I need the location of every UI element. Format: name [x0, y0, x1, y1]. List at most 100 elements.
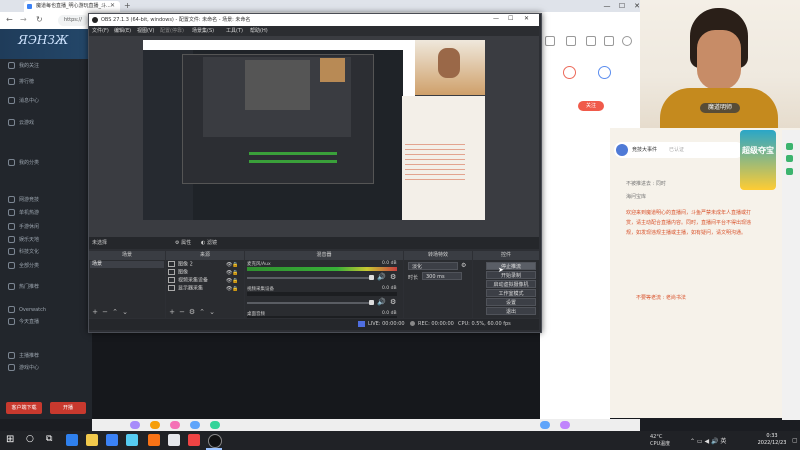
add-scene-icon[interactable]: +: [91, 308, 99, 316]
sidebar-item[interactable]: 主播推荐: [8, 352, 39, 359]
browser-tab[interactable]: 魔道每也直播_明心游玩直播_斗...: [24, 1, 120, 12]
header-icon-3[interactable]: [586, 36, 596, 46]
sidebar-item[interactable]: Overwatch: [8, 306, 46, 313]
gift-icon[interactable]: [210, 421, 220, 429]
sidebar-item[interactable]: 我的分类: [8, 159, 39, 166]
promo-banner[interactable]: [740, 130, 776, 190]
room-name[interactable]: 竞技大事件: [632, 146, 657, 153]
start-stream-button[interactable]: 开播: [50, 402, 86, 414]
remove-source-icon[interactable]: −: [178, 308, 186, 316]
obs-maximize-button[interactable]: ☐: [508, 15, 513, 22]
start-virtual-camera-button[interactable]: 启动虚拟摄像机: [486, 280, 536, 288]
avatar[interactable]: [622, 36, 632, 46]
move-down-icon[interactable]: ⌄: [121, 308, 129, 316]
gift-icon[interactable]: [150, 421, 160, 429]
menu-profile[interactable]: 配置(停靠): [160, 27, 184, 34]
studio-mode-button[interactable]: 工作室模式: [486, 289, 536, 297]
transition-select[interactable]: 淡化: [408, 262, 458, 270]
volume-slider[interactable]: [247, 302, 372, 304]
obs-close-button[interactable]: ✕: [524, 15, 529, 22]
rail-icon-3[interactable]: [786, 168, 793, 175]
scene-item[interactable]: 场景: [90, 261, 164, 268]
properties-button[interactable]: ⚙ 属性: [175, 239, 191, 246]
gift-icon[interactable]: [130, 421, 140, 429]
forward-icon[interactable]: →: [20, 15, 27, 24]
sidebar-item[interactable]: 手游休闲: [8, 223, 39, 230]
gift-icon[interactable]: [170, 421, 180, 429]
duration-input[interactable]: 300 ms: [422, 272, 462, 280]
volume-handle[interactable]: [369, 275, 374, 280]
rail-icon-2[interactable]: [786, 155, 793, 162]
browser-minimize-button[interactable]: —: [600, 2, 614, 11]
menu-file[interactable]: 文件(F): [92, 27, 109, 34]
source-settings-icon[interactable]: ⚙: [188, 308, 196, 316]
obs-minimize-button[interactable]: —: [493, 15, 499, 22]
app-icon[interactable]: [168, 434, 180, 446]
sidebar-item[interactable]: 热门推荐: [8, 283, 39, 290]
app-icon[interactable]: [148, 434, 160, 446]
header-icon-4[interactable]: [604, 36, 614, 46]
gift-icon[interactable]: [190, 421, 200, 429]
transition-settings-icon[interactable]: ⚙: [461, 262, 466, 269]
menu-help[interactable]: 帮助(H): [250, 27, 268, 34]
download-client-button[interactable]: 客户端下载: [6, 402, 42, 414]
header-icon-1[interactable]: [545, 36, 555, 46]
new-tab-icon[interactable]: +: [124, 1, 131, 10]
sidebar-item[interactable]: 消息中心: [8, 97, 39, 104]
volume-handle[interactable]: [369, 300, 374, 305]
sidebar-item[interactable]: 科技文化: [8, 248, 39, 255]
stop-streaming-button[interactable]: 停止推流: [486, 262, 536, 270]
filters-button[interactable]: ◐ 滤镜: [201, 239, 217, 246]
sidebar-item[interactable]: 娱乐天地: [8, 236, 39, 243]
add-source-icon[interactable]: +: [168, 308, 176, 316]
file-explorer-icon[interactable]: [86, 434, 98, 446]
sidebar-item[interactable]: 单机热游: [8, 209, 39, 216]
refresh-icon[interactable]: ↻: [36, 15, 43, 24]
menu-scene-collection[interactable]: 场景集(S): [192, 27, 214, 34]
browser-maximize-button[interactable]: ☐: [615, 2, 629, 11]
settings-button[interactable]: 设置: [486, 298, 536, 306]
tray-icons[interactable]: ⌃ ▭ ◀ 🔊 英: [690, 436, 726, 445]
app-icon[interactable]: [126, 434, 138, 446]
track-settings-icon[interactable]: ⚙: [390, 273, 396, 281]
sidebar-item[interactable]: 云游戏: [8, 119, 34, 126]
sidebar-item[interactable]: 排行榜: [8, 78, 34, 85]
start-recording-button[interactable]: 开始录制: [486, 271, 536, 279]
menu-edit[interactable]: 编辑(E): [114, 27, 131, 34]
windows-start-icon[interactable]: ⊞: [6, 434, 14, 445]
sidebar-item[interactable]: 全部分类: [8, 262, 39, 269]
sidebar-item[interactable]: 网游竞技: [8, 196, 39, 203]
exit-button[interactable]: 退出: [486, 307, 536, 315]
follow-button[interactable]: 关注: [578, 101, 604, 111]
task-view-icon[interactable]: ⧉: [46, 434, 52, 444]
search-icon[interactable]: ○: [26, 434, 34, 444]
sidebar-item[interactable]: 今天直播: [8, 318, 39, 325]
volume-slider[interactable]: [247, 277, 372, 279]
remove-scene-icon[interactable]: −: [101, 308, 109, 316]
menu-tools[interactable]: 工具(T): [226, 27, 243, 34]
edge-icon[interactable]: [66, 434, 78, 446]
gift-icon[interactable]: [563, 66, 576, 79]
gift-icon[interactable]: [560, 421, 570, 429]
speaker-icon[interactable]: 🔊: [377, 273, 386, 281]
move-up-icon[interactable]: ⌃: [198, 308, 206, 316]
share-icon[interactable]: [598, 66, 611, 79]
speaker-icon[interactable]: 🔊: [377, 298, 386, 306]
gift-icon[interactable]: [540, 421, 550, 429]
sidebar-item[interactable]: 游戏中心: [8, 364, 39, 371]
back-icon[interactable]: ←: [6, 15, 13, 24]
obs-taskbar-icon[interactable]: [208, 434, 222, 448]
menu-view[interactable]: 视图(V): [137, 27, 154, 34]
room-avatar[interactable]: [616, 144, 628, 156]
header-icon-2[interactable]: [566, 36, 576, 46]
sidebar-item[interactable]: 我的关注: [8, 62, 39, 69]
app-icon[interactable]: [188, 434, 200, 446]
tab-close-icon[interactable]: ✕: [110, 2, 115, 9]
address-bar[interactable]: https://: [58, 15, 88, 26]
move-down-icon[interactable]: ⌄: [208, 308, 216, 316]
notification-icon[interactable]: ▢: [792, 437, 798, 444]
rail-icon-1[interactable]: [786, 143, 793, 150]
source-visibility-icons[interactable]: 👁🔒 👁🔒 👁🔒 👁🔒: [226, 261, 239, 293]
taskbar-clock[interactable]: 0:33 2022/12/23: [752, 433, 792, 447]
move-up-icon[interactable]: ⌃: [111, 308, 119, 316]
